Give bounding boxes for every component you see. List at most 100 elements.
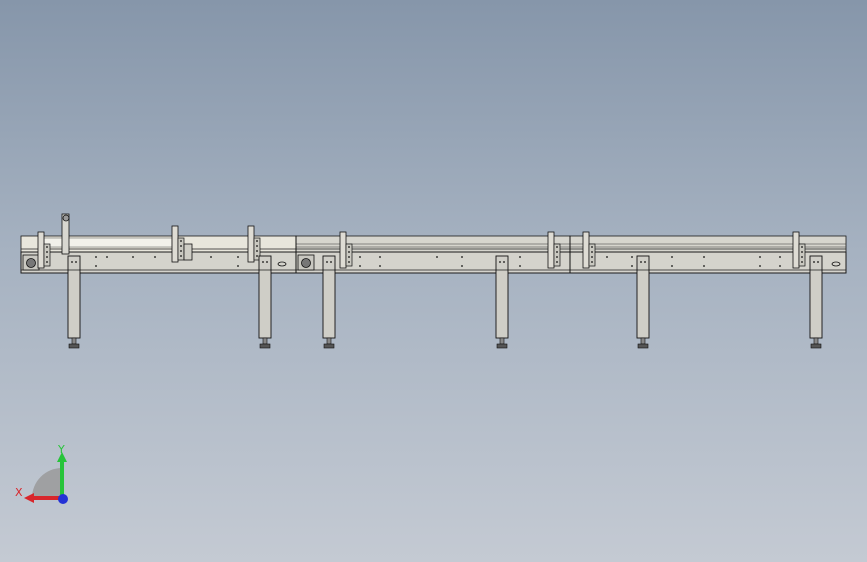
frame-bolt [359,256,361,258]
bracket-post [547,231,555,269]
frame-bolt [436,256,438,258]
leg-foot [323,343,335,349]
bracket-post [37,231,45,269]
leg-bolt [266,261,268,263]
bracket-post [247,225,255,263]
frame-bolt [461,265,463,267]
leg-post [636,255,650,339]
leg-foot [637,343,649,349]
bracket-bolt [46,261,48,263]
bracket-bolt [46,246,48,248]
side-clamp[interactable] [183,243,193,261]
leg-foot [68,343,80,349]
frame-bolt [779,265,781,267]
bracket-bolt [801,246,803,248]
leg-post [809,255,823,339]
support-leg[interactable] [495,255,509,349]
leg-screw [640,337,646,345]
bracket-bolt [591,246,593,248]
frame-bolt [606,256,608,258]
leg-bolt [262,261,264,263]
leg-screw [262,337,268,345]
leg-post [258,255,272,339]
leg-foot [259,343,271,349]
coordinate-triad: Y X [15,443,68,504]
leg-bolt [813,261,815,263]
guide-bracket[interactable] [247,225,261,263]
frame-bolt [703,265,705,267]
frame-bolt [379,256,381,258]
support-leg[interactable] [809,255,823,349]
leg-bolt [75,261,77,263]
support-leg[interactable] [636,255,650,349]
frame-bolt [95,256,97,258]
support-leg[interactable] [67,255,81,349]
bracket-post [792,231,800,269]
bracket-bolt [256,240,258,242]
bracket-bolt [46,256,48,258]
leg-screw [499,337,505,345]
bracket-post [582,231,590,269]
leg-bolt [499,261,501,263]
drive-pulley-middle [301,258,311,268]
frame-bolt [95,265,97,267]
leg-screw [326,337,332,345]
sensor-head [62,214,70,222]
frame-bolt [106,256,108,258]
bracket-bolt [591,256,593,258]
bracket-bolt [348,261,350,263]
bracket-bolt [348,256,350,258]
leg-bolt [503,261,505,263]
leg-bolt [640,261,642,263]
support-leg[interactable] [322,255,336,349]
leg-screw [813,337,819,345]
bracket-bolt [46,251,48,253]
bracket-bolt [801,251,803,253]
leg-bolt [817,261,819,263]
frame-bolt [379,265,381,267]
frame-bolt [759,256,761,258]
leg-foot [496,343,508,349]
bracket-bolt [180,240,182,242]
graphics-viewport[interactable]: Y X [0,0,867,562]
leg-post [495,255,509,339]
leg-post [67,255,81,339]
frame-bolt [359,265,361,267]
bracket-bolt [801,256,803,258]
guide-bracket[interactable] [171,225,185,263]
frame-bolt [519,265,521,267]
bracket-bolt [556,261,558,263]
bracket-post [171,225,179,263]
drive-pulley-left [26,258,36,268]
bracket-bolt [180,250,182,252]
conveyor-assembly-model[interactable] [0,0,867,562]
frame-bolt [779,256,781,258]
bracket-bolt [591,261,593,263]
frame-bolt [132,256,134,258]
frame-bolt [703,256,705,258]
support-leg[interactable] [258,255,272,349]
z-axis-dot [58,494,68,504]
frame-bolt [519,256,521,258]
leg-foot [810,343,822,349]
bracket-bolt [801,261,803,263]
bracket-bolt [256,245,258,247]
bracket-bolt [180,255,182,257]
frame-bolt [671,256,673,258]
frame-bolt [237,265,239,267]
bracket-bolt [556,256,558,258]
bracket-bolt [256,250,258,252]
leg-post [322,255,336,339]
bracket-bolt [180,245,182,247]
leg-bolt [326,261,328,263]
frame-bolt [631,256,633,258]
frame-bolt [631,265,633,267]
x-axis-label: X [15,486,23,499]
frame-bolt [461,256,463,258]
frame-bolt [210,256,212,258]
triad-quarter-disc [32,468,62,498]
x-axis-arrow [24,493,34,503]
bracket-bolt [256,255,258,257]
bracket-bolt [556,246,558,248]
frame-bolt [154,256,156,258]
